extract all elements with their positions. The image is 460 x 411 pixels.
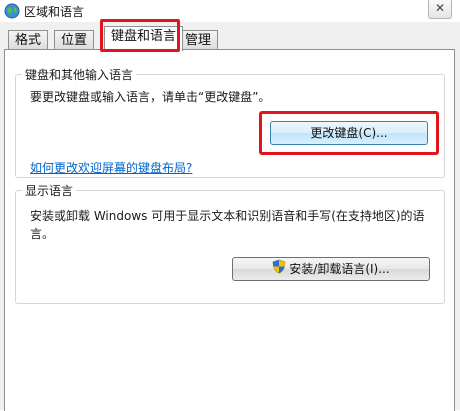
keyboard-group: 键盘和其他输入语言 要更改键盘或输入语言，请单击“更改键盘”。 更改键盘(C).… xyxy=(15,66,445,178)
tab-administrative[interactable]: 管理 xyxy=(178,30,219,50)
globe-icon xyxy=(4,3,20,19)
tab-label: 管理 xyxy=(185,33,212,48)
tab-location[interactable]: 位置 xyxy=(54,30,95,50)
keyboard-group-description: 要更改键盘或输入语言，请单击“更改键盘”。 xyxy=(30,90,271,104)
tab-label: 位置 xyxy=(61,33,88,48)
keyboard-group-title: 键盘和其他输入语言 xyxy=(22,66,137,83)
keyboard-layout-help-link[interactable]: 如何更改欢迎屏幕的键盘布局? xyxy=(30,159,192,176)
display-language-group: 显示语言 安装或卸载 Windows 可用于显示文本和识别语音和手写(在支持地区… xyxy=(15,182,445,304)
tab-highlight-box xyxy=(100,19,180,52)
install-uninstall-label: 安装/卸载语言(I)... xyxy=(289,262,390,276)
window-title: 区域和语言 xyxy=(24,5,85,19)
install-uninstall-languages-button[interactable]: 安装/卸载语言(I)... xyxy=(232,257,430,281)
display-language-description: 安装或卸载 Windows 可用于显示文本和识别语音和手写(在支持地区)的语言。 xyxy=(30,209,425,241)
region-language-window: 区域和语言 ✕ 格式 位置 键盘和语言 管理 键盘和其他输入语言 要更改键盘或输… xyxy=(0,0,460,411)
tab-label: 格式 xyxy=(15,33,42,48)
tab-strip: 格式 位置 键盘和语言 管理 xyxy=(4,26,456,51)
tab-formats[interactable]: 格式 xyxy=(8,30,49,50)
close-button[interactable]: ✕ xyxy=(428,0,452,19)
title-bar: 区域和语言 ✕ xyxy=(0,0,460,22)
uac-shield-icon xyxy=(272,259,286,281)
display-language-group-title: 显示语言 xyxy=(22,182,77,199)
close-icon: ✕ xyxy=(434,1,446,15)
button-highlight-box xyxy=(259,111,439,155)
tab-page: 键盘和其他输入语言 要更改键盘或输入语言，请单击“更改键盘”。 更改键盘(C).… xyxy=(4,49,455,411)
